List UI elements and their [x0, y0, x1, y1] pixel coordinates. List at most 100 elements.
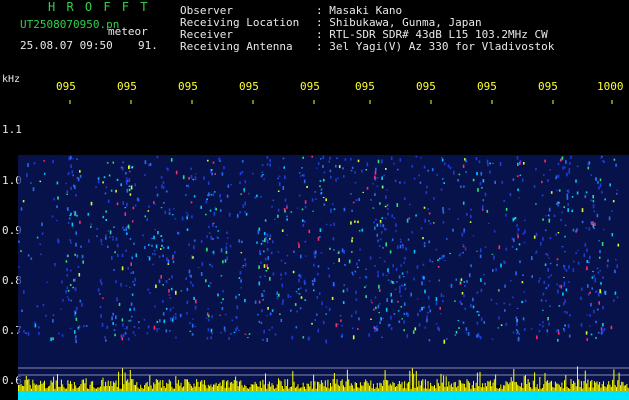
strength-bar [623, 385, 625, 391]
signal-speck [479, 181, 482, 186]
signal-speck [424, 289, 426, 294]
signal-speck [448, 208, 451, 210]
signal-speck [266, 163, 269, 166]
signal-speck [556, 283, 558, 286]
signal-speck [355, 290, 357, 295]
signal-speck [76, 214, 78, 217]
signal-speck [470, 264, 472, 268]
strength-bar [473, 380, 474, 391]
strength-bar [146, 381, 148, 391]
signal-speck [505, 247, 508, 251]
signal-speck [128, 170, 131, 173]
strength-bar [445, 376, 447, 391]
signal-speck [517, 188, 519, 192]
strength-bar [141, 387, 143, 391]
signal-speck [583, 253, 586, 258]
signal-speck [569, 314, 571, 317]
signal-speck [374, 265, 376, 267]
signal-speck [160, 207, 163, 209]
signal-speck [238, 277, 241, 279]
strength-bar [32, 379, 34, 391]
strength-bar [408, 382, 409, 391]
strength-bar [582, 388, 584, 391]
signal-speck [36, 236, 39, 239]
signal-speck [544, 159, 546, 163]
signal-speck [219, 209, 222, 212]
signal-speck [361, 169, 363, 173]
strength-bar [506, 382, 508, 391]
signal-speck [67, 289, 70, 292]
signal-speck [597, 308, 599, 311]
strength-bar [549, 381, 551, 391]
signal-speck [515, 316, 518, 320]
signal-speck [515, 248, 518, 251]
signal-speck [323, 203, 326, 206]
signal-speck [297, 242, 300, 244]
strength-bar [561, 382, 563, 391]
signal-speck [358, 259, 360, 262]
signal-speck [370, 199, 372, 201]
signal-speck [304, 255, 307, 257]
signal-speck [376, 185, 379, 188]
signal-speck [325, 306, 328, 308]
signal-speck [70, 186, 72, 190]
signal-speck [71, 170, 74, 174]
signal-speck [403, 320, 405, 324]
signal-speck [217, 230, 220, 232]
signal-speck [592, 200, 595, 203]
signal-speck [97, 288, 100, 292]
signal-speck [274, 218, 276, 221]
signal-speck [219, 194, 221, 198]
signal-speck [561, 246, 564, 248]
signal-speck [194, 325, 196, 327]
signal-speck [116, 178, 119, 181]
signal-speck [297, 288, 300, 290]
strength-bar [258, 386, 260, 391]
signal-speck [442, 300, 444, 303]
signal-speck [105, 236, 107, 240]
signal-speck [41, 232, 44, 235]
signal-speck [263, 264, 266, 268]
spectrogram-noise-band [18, 155, 629, 385]
signal-speck [272, 240, 274, 244]
signal-speck [318, 292, 321, 295]
signal-speck [566, 172, 568, 177]
signal-speck [260, 175, 263, 178]
signal-speck [365, 295, 367, 299]
strength-bar [59, 386, 61, 391]
strength-bar [380, 383, 382, 391]
strength-bar [114, 382, 116, 391]
signal-speck [76, 158, 78, 160]
signal-speck [598, 301, 600, 305]
signal-speck [106, 325, 109, 329]
signal-speck [393, 313, 396, 315]
signal-speck [174, 218, 177, 220]
signal-speck [386, 204, 389, 207]
signal-speck [328, 274, 331, 278]
strength-bar [235, 376, 237, 391]
x-tick: 095 [178, 80, 198, 93]
signal-speck [174, 313, 177, 315]
strength-bar [417, 386, 419, 391]
strength-bar [242, 387, 244, 391]
strength-bar [344, 387, 346, 391]
strength-bar [385, 379, 387, 391]
signal-speck [438, 327, 440, 332]
signal-speck [459, 281, 462, 284]
signal-speck [374, 170, 377, 175]
signal-speck [206, 337, 209, 340]
signal-speck [295, 290, 298, 293]
signal-speck [400, 240, 402, 244]
signal-speck [239, 211, 241, 214]
signal-speck [457, 179, 459, 182]
signal-speck [407, 313, 409, 317]
signal-speck [122, 226, 124, 229]
strength-bar [465, 387, 467, 391]
signal-speck [491, 253, 494, 255]
strength-bar [161, 387, 162, 391]
x-tick: 095 [56, 80, 76, 93]
signal-speck [354, 270, 357, 273]
signal-speck [266, 247, 269, 251]
signal-speck [303, 179, 306, 184]
signal-speck [400, 264, 402, 267]
